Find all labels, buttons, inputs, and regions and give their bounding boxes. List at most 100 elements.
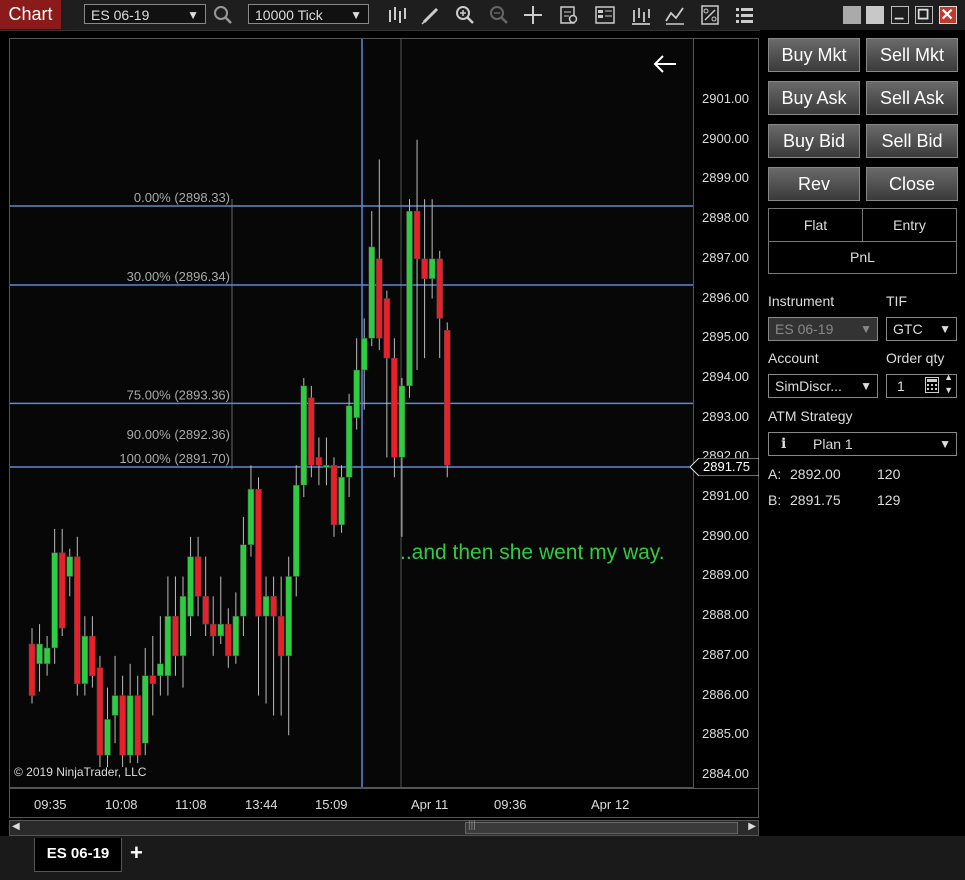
buy-market-button[interactable]: Buy Mkt <box>768 38 860 72</box>
price-tick: 2895.00 <box>702 329 749 345</box>
stepper-down-icon[interactable]: ▼ <box>944 385 953 396</box>
fib-level-label: 75.00% (2893.36) <box>127 387 230 402</box>
price-tick: 2890.00 <box>702 527 749 543</box>
sell-ask-button[interactable]: Sell Ask <box>866 81 958 115</box>
indicators-icon[interactable] <box>664 4 686 26</box>
buy-bid-button[interactable]: Buy Bid <box>768 124 860 158</box>
time-tick: Apr 12 <box>591 797 630 812</box>
candle-body-up <box>338 476 345 526</box>
candle-body-up <box>293 484 300 577</box>
window-color-button[interactable] <box>843 6 861 24</box>
horizontal-scrollbar[interactable]: ◀ ||| ▶ <box>9 820 759 836</box>
account-label: Account <box>768 350 819 366</box>
price-tick: 2886.00 <box>702 686 749 702</box>
tab-es-06-19[interactable]: ES 06-19 <box>34 838 122 872</box>
candle-body-up <box>111 695 119 716</box>
scroll-left-icon[interactable]: ◀ <box>12 821 20 832</box>
chevron-down-icon: ▼ <box>939 322 951 336</box>
maximize-button[interactable] <box>915 6 933 24</box>
scroll-right-icon[interactable]: ▶ <box>748 821 756 832</box>
candle-body-up <box>406 210 413 387</box>
calculator-icon[interactable] <box>925 377 939 399</box>
close-window-button[interactable] <box>939 6 957 24</box>
chart-annotation-text[interactable]: ..and then she went my way. <box>400 541 665 565</box>
candle-body-down <box>134 695 141 756</box>
candle-body-down <box>308 397 315 466</box>
time-tick: 09:35 <box>34 797 67 812</box>
candle-body-down <box>421 258 428 279</box>
candle-body-down <box>376 258 383 339</box>
candle-body-down <box>119 695 126 756</box>
tif-select[interactable]: GTC ▼ <box>886 317 957 341</box>
candle-body-down <box>74 556 81 684</box>
close-position-button[interactable]: Close <box>866 167 958 201</box>
fib-level-label: 30.00% (2896.34) <box>127 269 230 284</box>
position-flat: Flat <box>769 209 863 242</box>
candle-body-down <box>270 596 277 617</box>
candle-body-up <box>217 623 224 637</box>
stepper-up-icon[interactable]: ▲ <box>944 372 953 383</box>
candle-body-up <box>247 488 255 545</box>
left-arrow-icon[interactable] <box>652 53 678 80</box>
copyright-text: © 2019 NinjaTrader, LLC <box>14 765 147 779</box>
price-tick: 2898.00 <box>702 210 749 226</box>
close-icon <box>941 8 953 20</box>
minimize-icon <box>894 17 904 20</box>
search-icon[interactable] <box>212 4 234 26</box>
draw-pencil-icon[interactable] <box>420 4 442 26</box>
position-pnl: PnL <box>850 249 875 265</box>
strategies-icon[interactable] <box>630 4 652 26</box>
ask-size: 120 <box>877 466 901 482</box>
instrument-selector[interactable]: ES 06-19 ▼ <box>84 4 206 24</box>
ask-label: A: <box>768 466 782 482</box>
properties-icon[interactable] <box>594 4 616 26</box>
sell-market-button[interactable]: Sell Mkt <box>866 38 958 72</box>
scrollbar-thumb[interactable]: ||| <box>465 820 738 834</box>
candle-body-down <box>28 643 36 696</box>
bid-label: B: <box>768 492 782 508</box>
zoom-in-icon[interactable] <box>454 4 476 26</box>
add-tab-button[interactable]: + <box>130 840 143 866</box>
candle-body-down <box>149 675 157 684</box>
order-qty-value: 1 <box>897 378 905 394</box>
time-tick: 15:09 <box>315 797 348 812</box>
data-box-icon[interactable] <box>558 4 580 26</box>
zoom-out-icon[interactable] <box>488 4 510 26</box>
price-tick: 2901.00 <box>702 91 749 106</box>
sell-bid-button[interactable]: Sell Bid <box>866 124 958 158</box>
instrument-field[interactable]: ES 06-19 ▼ <box>768 317 878 341</box>
price-tick: 2899.00 <box>702 170 749 186</box>
chevron-down-icon: ▼ <box>860 322 872 336</box>
price-tick: 2897.00 <box>702 249 749 265</box>
candle-body-down <box>444 330 451 466</box>
price-tick: 2900.00 <box>702 130 749 146</box>
atm-strategy-select[interactable]: i Plan 1 ▼ <box>768 432 957 456</box>
interval-selector[interactable]: 10000 Tick ▼ <box>248 4 369 24</box>
price-chart[interactable]: 0.00% (2898.33) 30.00% (2896.34) 75.00% (2… <box>10 39 693 787</box>
candle-body-down <box>58 552 66 629</box>
order-qty-stepper[interactable]: 1 ▲ ▼ <box>886 372 957 399</box>
price-tick: 2893.00 <box>702 408 749 424</box>
price-tick: 2891.00 <box>702 488 749 504</box>
price-tick: 2885.00 <box>702 726 749 742</box>
chart-trader-icon[interactable] <box>699 4 721 26</box>
reverse-button[interactable]: Rev <box>768 167 860 201</box>
chart-panel[interactable]: 0.00% (2898.33) 30.00% (2896.34) 75.00% (2… <box>9 38 694 788</box>
crosshair-icon[interactable] <box>522 4 544 26</box>
account-select[interactable]: SimDiscr... ▼ <box>768 374 878 398</box>
window-link-button[interactable] <box>866 6 884 24</box>
buy-ask-button[interactable]: Buy Ask <box>768 81 860 115</box>
chevron-down-icon: ▼ <box>939 437 951 451</box>
minimize-button[interactable] <box>891 6 909 24</box>
position-grid: Flat Entry PnL <box>768 208 957 274</box>
candle-body-up <box>360 337 368 371</box>
candle-body-up <box>164 615 172 676</box>
candle-body-up <box>51 552 58 649</box>
instrument-label: Instrument <box>768 293 835 309</box>
atm-strategy-value: Plan 1 <box>813 436 853 452</box>
maximize-icon <box>917 8 929 20</box>
candle-body-down <box>96 667 104 756</box>
menu-icon[interactable] <box>733 4 755 26</box>
candle-body-down <box>330 465 338 526</box>
bar-type-icon[interactable] <box>386 4 408 26</box>
